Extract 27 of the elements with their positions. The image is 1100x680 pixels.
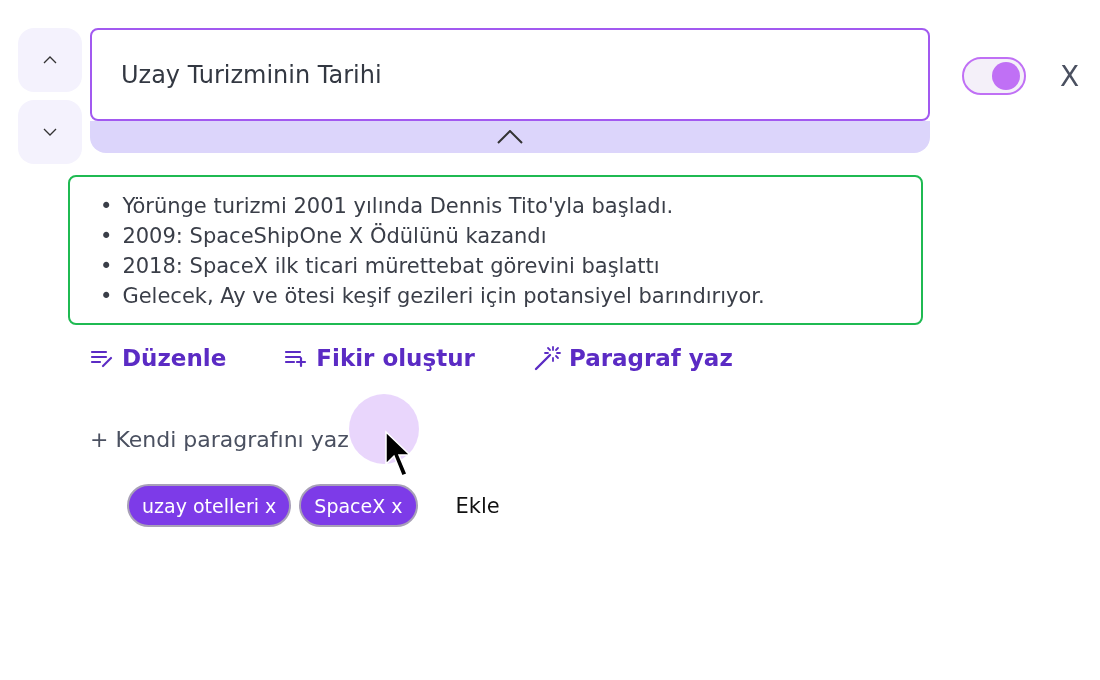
bullet-text: Yörünge turizmi 2001 yılında Dennis Tito'yla başladı.: [122, 193, 674, 220]
move-down-button[interactable]: [18, 100, 82, 164]
bullet-text: 2018: SpaceX ilk ticari mürettebat görevini başlattı: [122, 253, 660, 280]
tag-chip[interactable]: uzay otelleri x: [127, 484, 292, 527]
bullet-text: 2009: SpaceShipOne X Ödülünü kazandı: [122, 222, 547, 250]
collapse-bar[interactable]: [90, 121, 930, 153]
heading-field[interactable]: Uzay Turizminin Tarihi: [90, 28, 930, 121]
move-up-button[interactable]: [18, 28, 82, 92]
bullet-marker: •: [100, 223, 113, 250]
add-tag-button[interactable]: Ekle: [455, 493, 500, 518]
edit-list-icon: [90, 348, 114, 368]
write-paragraph-button[interactable]: Paragraf yaz: [532, 345, 733, 371]
chevron-up-icon: [497, 130, 523, 144]
close-button[interactable]: X: [1060, 60, 1080, 92]
add-paragraph-link[interactable]: + Kendi paragrafını yaz: [90, 427, 349, 452]
bullet-text: Gelecek, Ay ve ötesi keşif gezileri için potansiyel barındırıyor.: [122, 283, 765, 310]
add-list-icon: [284, 348, 309, 368]
chevron-up-icon: [43, 56, 57, 64]
bullet-marker: •: [100, 283, 113, 310]
tag-chip[interactable]: SpaceX x: [299, 484, 418, 527]
chevron-down-icon: [43, 128, 57, 136]
magic-wand-icon: [532, 345, 561, 371]
edit-button[interactable]: Düzenle: [90, 345, 227, 371]
generate-idea-button[interactable]: Fikir oluştur: [284, 345, 475, 371]
toggle-switch[interactable]: [962, 57, 1026, 95]
bullet-marker: •: [100, 193, 113, 220]
bullet-marker: •: [100, 253, 113, 280]
